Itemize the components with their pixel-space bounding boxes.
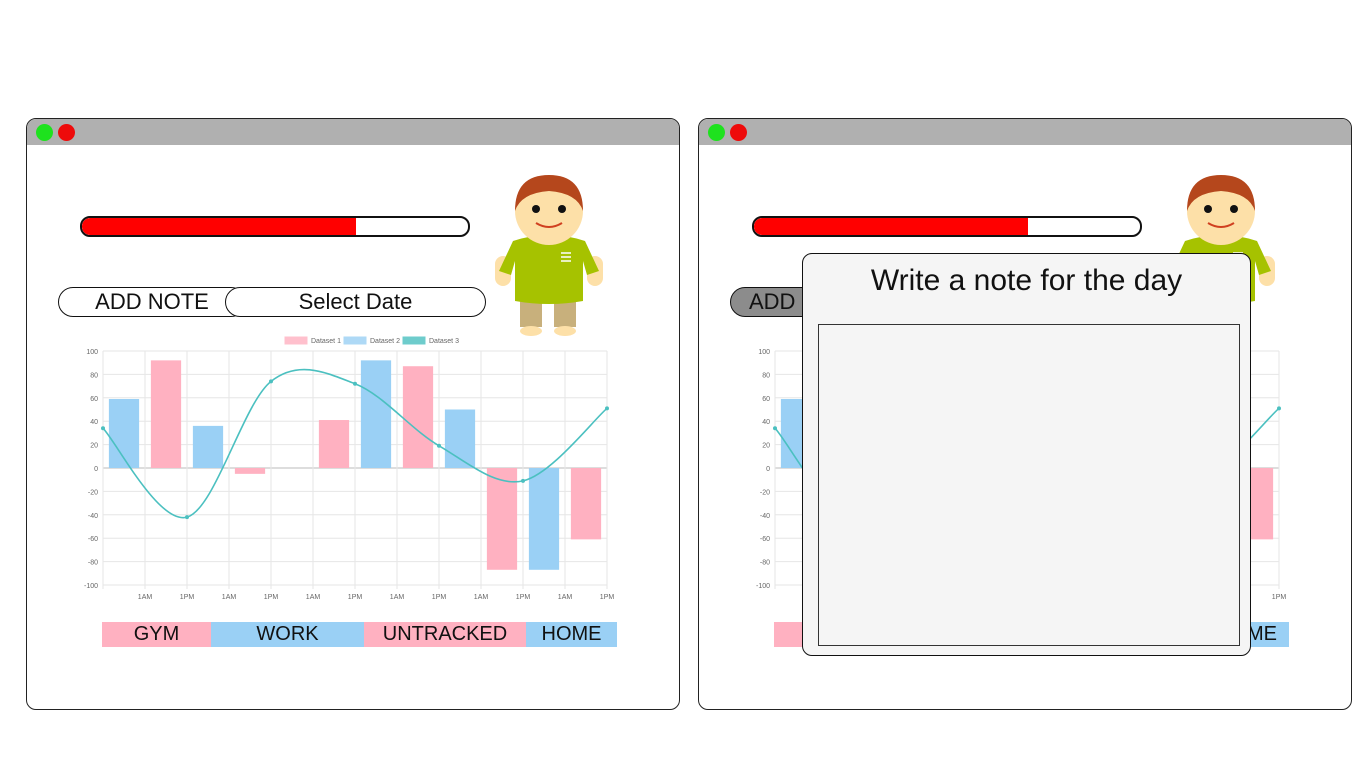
close-dot-icon[interactable] [58,124,75,141]
y-tick-label: -80 [760,560,770,567]
bar [528,468,560,570]
y-tick-label: 40 [762,419,770,426]
x-tick-label: 1AM [306,594,321,601]
category-gym[interactable]: GYM [102,622,211,647]
y-tick-label: -60 [88,536,98,543]
progress-fill [82,218,357,235]
bar [570,468,602,540]
y-tick-label: 100 [758,349,770,356]
y-tick-label: 20 [762,443,770,450]
y-tick-label: 60 [90,396,98,403]
y-tick-label: -60 [760,536,770,543]
legend-label: Dataset 1 [311,338,341,345]
x-tick-label: 1AM [222,594,237,601]
legend-label: Dataset 2 [370,338,400,345]
y-tick-label: -100 [756,583,770,590]
bar [486,468,518,570]
x-tick-label: 1PM [516,594,531,601]
y-tick-label: -80 [88,560,98,567]
line-point [1277,406,1281,411]
line-point [605,406,609,411]
x-tick-label: 1PM [264,594,279,601]
left-app-window: ADD NOTE Select Date 100 80 60 40 20 0 -20 -40 -… [26,118,680,710]
note-modal: Write a note for the day [802,253,1251,656]
x-tick-label: 1PM [180,594,195,601]
legend-swatch [284,336,308,345]
bar [318,420,350,468]
select-date-button[interactable]: Select Date [225,287,486,317]
legend-swatch [402,336,426,345]
x-tick-label: 1AM [390,594,405,601]
bar [402,366,434,468]
daily-progress-bar [752,216,1142,237]
x-tick-label: 1AM [138,594,153,601]
category-work[interactable]: WORK [211,622,364,647]
bar [192,425,224,468]
daily-progress-bar [80,216,470,237]
maximize-dot-icon[interactable] [36,124,53,141]
y-tick-label: 20 [90,443,98,450]
y-tick-label: -100 [84,583,98,590]
line-point [521,478,525,483]
y-tick-label: -40 [760,513,770,520]
close-dot-icon[interactable] [730,124,747,141]
legend-swatch [343,336,367,345]
bar [360,360,392,468]
y-tick-label: 80 [90,372,98,379]
window-titlebar [27,119,679,145]
maximize-dot-icon[interactable] [708,124,725,141]
x-tick-label: 1PM [1272,594,1287,601]
legend-label: Dataset 3 [429,338,459,345]
line-point [185,515,189,520]
y-tick-label: 0 [766,466,770,473]
bar [150,360,182,468]
line-point [437,443,441,448]
y-tick-label: 40 [90,419,98,426]
activity-chart: 100 80 60 40 20 0 -20 -40 -60 -80 -100 1AM 1PM 1AM 1PM… [84,336,615,601]
x-tick-label: 1AM [558,594,573,601]
x-tick-label: 1AM [474,594,489,601]
note-textarea[interactable] [818,324,1240,646]
y-tick-label: -20 [760,489,770,496]
category-untracked[interactable]: UNTRACKED [364,622,526,647]
line-point [269,379,273,384]
y-tick-label: 60 [762,396,770,403]
y-tick-label: 100 [86,349,98,356]
category-legend: GYM WORK UNTRACKED HOME [102,622,617,647]
x-tick-label: 1PM [348,594,363,601]
line-point [101,426,105,431]
y-tick-label: -40 [88,513,98,520]
bar [234,468,266,474]
character-avatar-icon [495,175,603,336]
y-tick-label: 80 [762,372,770,379]
window-titlebar [699,119,1351,145]
category-home[interactable]: HOME [526,622,617,647]
x-tick-label: 1PM [600,594,615,601]
y-tick-label: 0 [94,466,98,473]
line-point [773,426,777,431]
line-point [353,381,357,386]
x-tick-label: 1PM [432,594,447,601]
add-note-button[interactable]: ADD NOTE [58,287,246,317]
y-tick-label: -20 [88,489,98,496]
progress-fill [754,218,1029,235]
modal-title: Write a note for the day [870,264,1183,297]
